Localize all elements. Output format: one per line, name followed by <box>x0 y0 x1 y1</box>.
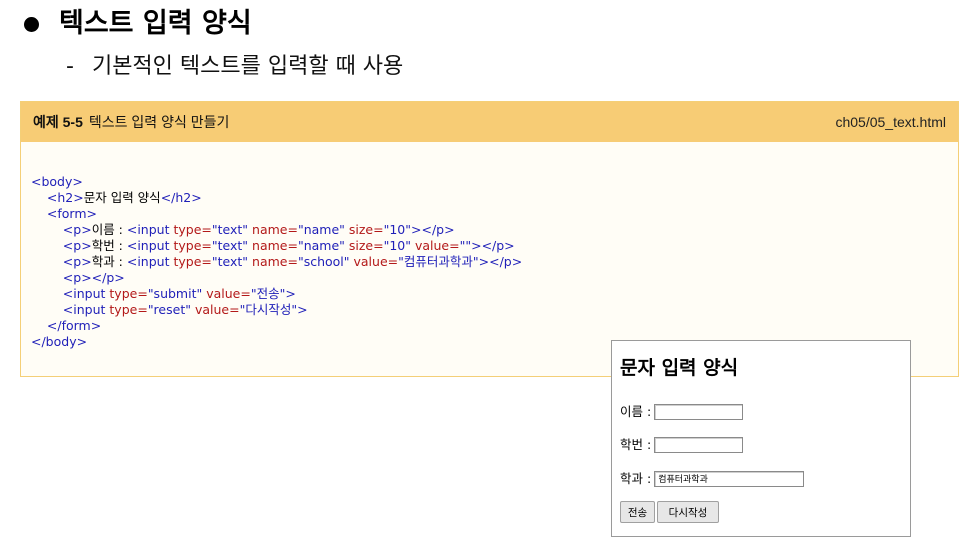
name-input[interactable] <box>654 404 744 420</box>
code-token: value= <box>190 302 240 317</box>
code-token: type= <box>109 286 148 301</box>
code-token: <h2> <box>46 190 84 205</box>
code-token: ></p> <box>411 222 455 237</box>
code-block: <body> <h2>문자 입력 양식</h2> <form> <p>이름 : … <box>31 158 522 382</box>
code-line: <p>이름 : <input type="text" name="name" s… <box>31 222 522 238</box>
code-token: ></p> <box>471 238 515 253</box>
code-token: <p></p> <box>62 270 125 285</box>
code-token: value= <box>202 286 251 301</box>
example-filename: ch05/05_text.html <box>835 114 946 130</box>
code-token: name= <box>248 238 298 253</box>
code-line: <h2>문자 입력 양식</h2> <box>31 190 522 206</box>
code-token: size= <box>344 222 384 237</box>
hakbun-input[interactable] <box>654 437 744 453</box>
hakbun-label: 학번 : <box>620 437 652 452</box>
example-caption: 예제 5-5 텍스트 입력 양식 만들기 <box>33 112 229 132</box>
subheading: - 기본적인 텍스트를 입력할 때 사용 <box>66 52 403 82</box>
code-token: <input <box>126 238 174 253</box>
code-token: value= <box>411 238 460 253</box>
code-token: "name" <box>297 222 345 237</box>
code-token: name= <box>248 254 298 269</box>
code-line: <body> <box>31 174 522 190</box>
code-line: <input type="reset" value="다시작성"> <box>31 302 522 318</box>
code-token: "school" <box>297 254 350 269</box>
code-token: 문자 입력 양식 <box>83 190 161 205</box>
code-token: type= <box>109 302 148 317</box>
code-token: size= <box>344 238 384 253</box>
code-token: <input <box>126 222 174 237</box>
dash-marker: - <box>66 54 74 79</box>
code-token: "submit" <box>147 286 203 301</box>
code-token: > <box>285 286 296 301</box>
school-row: 학과 : 컴퓨터과학과 <box>620 470 805 488</box>
code-token: <input <box>62 286 110 301</box>
code-line: <p>학번 : <input type="text" name="name" s… <box>31 238 522 254</box>
code-token: "text" <box>211 238 249 253</box>
school-input[interactable]: 컴퓨터과학과 <box>654 471 805 487</box>
heading-text: 텍스트 입력 양식 <box>59 8 252 39</box>
code-token: </h2> <box>160 190 202 205</box>
code-token: <input <box>126 254 174 269</box>
code-token: <form> <box>46 206 97 221</box>
code-token: > <box>297 302 308 317</box>
school-label: 학과 : <box>620 471 652 486</box>
code-token: ></p> <box>478 254 523 269</box>
code-token: 이름 : <box>91 222 127 237</box>
code-token: "reset" <box>147 302 191 317</box>
code-token: "text" <box>211 254 249 269</box>
code-token: name= <box>248 222 298 237</box>
code-token: "name" <box>297 238 345 253</box>
hakbun-row: 학번 : <box>620 436 744 454</box>
preview-title: 문자 입력 양식 <box>620 357 739 379</box>
browser-preview: 문자 입력 양식 이름 : 학번 : 학과 : 컴퓨터과학과 전송 다시작성 <box>611 340 911 537</box>
code-token: "10" <box>383 238 411 253</box>
code-token: <p> <box>62 222 92 237</box>
code-token: "컴퓨터과학과" <box>398 254 479 269</box>
code-token: value= <box>349 254 399 269</box>
example-number: 예제 5-5 <box>33 114 83 130</box>
code-token: 학과 : <box>91 254 127 269</box>
reset-button[interactable]: 다시작성 <box>657 501 719 523</box>
code-token: <input <box>62 302 110 317</box>
code-token: "" <box>459 238 472 253</box>
example-box: 예제 5-5 텍스트 입력 양식 만들기 ch05/05_text.html <b… <box>20 101 959 377</box>
code-line: </form> <box>31 318 522 334</box>
subheading-text: 기본적인 텍스트를 입력할 때 사용 <box>91 54 404 79</box>
code-token: </form> <box>46 318 102 333</box>
name-label: 이름 : <box>620 404 652 419</box>
example-header: 예제 5-5 텍스트 입력 양식 만들기 ch05/05_text.html <box>21 102 958 142</box>
code-token: type= <box>173 238 212 253</box>
code-token: </body> <box>31 334 88 349</box>
code-token: <p> <box>62 238 92 253</box>
code-token: type= <box>173 254 212 269</box>
example-title: 텍스트 입력 양식 만들기 <box>88 114 230 130</box>
code-token: "10" <box>383 222 411 237</box>
name-row: 이름 : <box>620 403 744 421</box>
submit-button[interactable]: 전송 <box>620 501 655 523</box>
code-line: <input type="submit" value="전송"> <box>31 286 522 302</box>
code-token: <body> <box>31 174 83 189</box>
section-heading: 텍스트 입력 양식 <box>22 6 252 42</box>
code-line: <p>학과 : <input type="text" name="school"… <box>31 254 522 270</box>
code-line: </body> <box>31 334 522 350</box>
code-token: 학번 : <box>91 238 127 253</box>
code-token: "text" <box>211 222 249 237</box>
code-token: type= <box>173 222 212 237</box>
code-line: <form> <box>31 206 522 222</box>
code-token: "다시작성" <box>239 302 298 317</box>
code-token: "전송" <box>250 286 286 301</box>
bullet-icon <box>24 16 39 32</box>
code-token: <p> <box>62 254 92 269</box>
code-line: <p></p> <box>31 270 522 286</box>
